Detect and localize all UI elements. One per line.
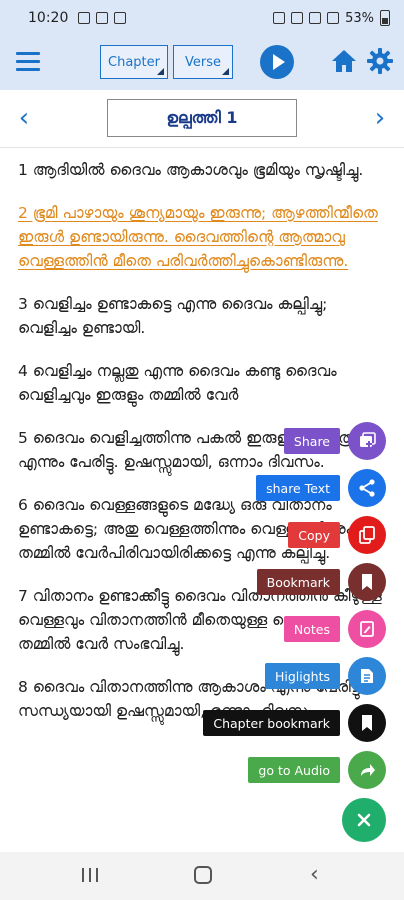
- lock-icon: [114, 12, 127, 24]
- play-icon[interactable]: [260, 45, 294, 79]
- status-right-icons: 53%: [273, 10, 390, 26]
- bookmark-icon[interactable]: [348, 563, 386, 601]
- add-to-photo-icon[interactable]: [348, 422, 386, 460]
- status-bar: 10:20 53%: [0, 0, 404, 36]
- status-left-icons: [78, 12, 127, 24]
- chapter-nav: ‹ ഉല്പത്തി 1 ›: [0, 90, 404, 148]
- share-label[interactable]: Share: [283, 428, 340, 454]
- notes-label[interactable]: Notes: [283, 616, 340, 642]
- copy-action: Copy: [288, 516, 386, 554]
- verse[interactable]: 3 വെളിച്ചം ഉണ്ടാകട്ടെ എന്നു ദൈവം കല്പിച്…: [18, 292, 390, 340]
- dropdown-corner-icon: [222, 68, 229, 75]
- gear-icon[interactable]: [366, 47, 394, 75]
- chevron-right-icon[interactable]: ›: [370, 105, 390, 131]
- share-text-label[interactable]: share Text: [256, 475, 340, 501]
- share-text-action: share Text: [256, 469, 386, 507]
- verse-button-label: Verse: [185, 54, 221, 70]
- mute-icon: [291, 12, 304, 24]
- menu-icon[interactable]: [16, 52, 40, 72]
- chapter-button-label: Chapter: [108, 54, 160, 70]
- alarm-icon: [273, 12, 286, 24]
- verse[interactable]: 1 ആദിയിൽ ദൈവം ആകാശവും ഭൂമിയും സൃഷ്ടിച്ചു…: [18, 158, 390, 182]
- chapter-button[interactable]: Chapter: [100, 45, 168, 79]
- chapter-title[interactable]: ഉല്പത്തി 1: [107, 99, 297, 137]
- edit-note-icon[interactable]: [348, 610, 386, 648]
- go-to-audio-action: go to Audio: [248, 751, 386, 789]
- share-action: Share: [283, 422, 386, 460]
- forward-arrow-icon[interactable]: [348, 751, 386, 789]
- copy-label[interactable]: Copy: [288, 522, 340, 548]
- copy-icon[interactable]: [348, 516, 386, 554]
- chapter-bookmark-label[interactable]: Chapter bookmark: [203, 710, 340, 736]
- recent-apps-icon[interactable]: [82, 868, 98, 882]
- share-icon[interactable]: [348, 469, 386, 507]
- home-button-icon[interactable]: [194, 866, 212, 884]
- mail-icon: [96, 12, 109, 24]
- wifi-icon: [309, 12, 322, 24]
- verse-highlighted[interactable]: 2 ഭൂമി പാഴായും ശൂന്യമായും ഇരുന്നു; ആഴത്ത…: [18, 201, 390, 273]
- back-icon[interactable]: ‹: [310, 864, 326, 886]
- verse-button[interactable]: Verse: [173, 45, 233, 79]
- verse[interactable]: 4 വെളിച്ചം നല്ലതു എന്നു ദൈവം കണ്ടു ദൈവം …: [18, 359, 390, 407]
- bookmark-icon[interactable]: [348, 704, 386, 742]
- home-icon[interactable]: [330, 48, 358, 74]
- notes-action: Notes: [283, 610, 386, 648]
- chevron-left-icon[interactable]: ‹: [14, 105, 34, 131]
- status-time: 10:20: [28, 10, 69, 26]
- dropdown-corner-icon: [157, 68, 164, 75]
- bookmark-action: Bookmark: [256, 563, 386, 601]
- battery-percent: 53%: [345, 10, 374, 26]
- go-to-audio-label[interactable]: go to Audio: [248, 757, 340, 783]
- system-nav-bar: ‹: [0, 852, 404, 900]
- highlights-action: Higlights: [264, 657, 386, 695]
- close-icon[interactable]: [342, 798, 386, 842]
- highlight-icon[interactable]: [348, 657, 386, 695]
- toolbar: Chapter Verse: [0, 36, 404, 90]
- battery-icon: [380, 10, 390, 26]
- image-icon: [78, 12, 91, 24]
- close-action: [342, 798, 386, 842]
- bookmark-label[interactable]: Bookmark: [256, 569, 340, 595]
- chapter-bookmark-action: Chapter bookmark: [203, 704, 386, 742]
- signal-icon: [327, 12, 340, 24]
- highlights-label[interactable]: Higlights: [264, 663, 340, 689]
